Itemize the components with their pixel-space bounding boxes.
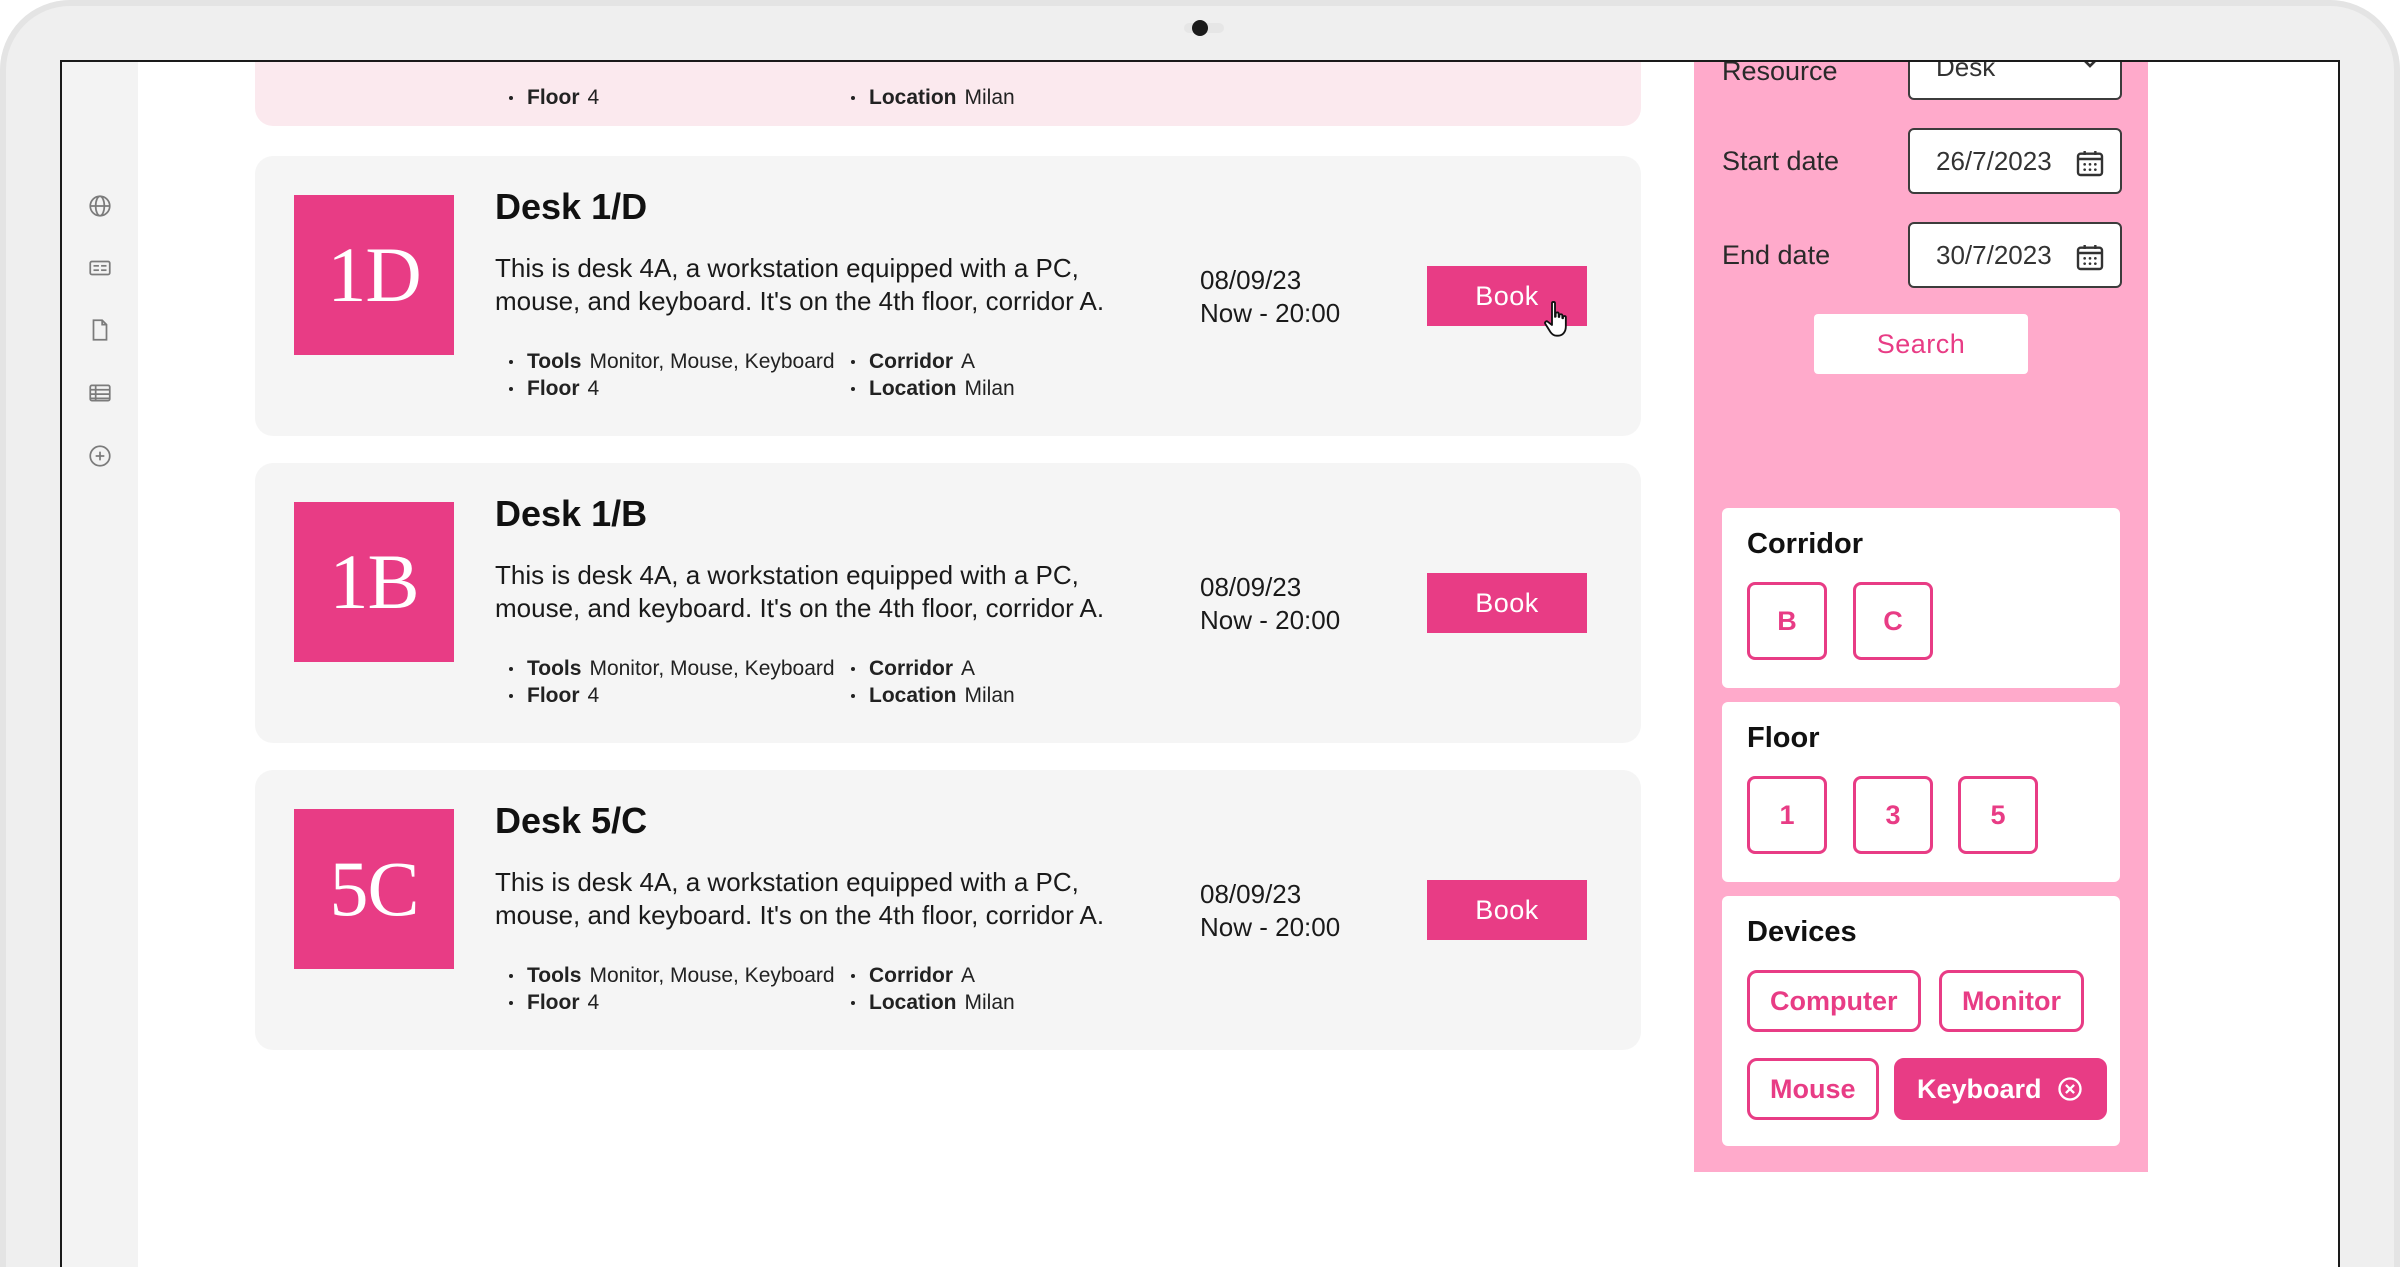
corridor-option-c[interactable]: C: [1853, 582, 1933, 660]
table-icon[interactable]: [86, 379, 114, 407]
book-button[interactable]: Book: [1427, 573, 1587, 633]
corridor-meta: Corridor A: [851, 657, 975, 681]
desk-tile: 5C: [294, 809, 454, 969]
location-meta: Location Milan: [851, 684, 1015, 708]
location-meta: Location Milan: [851, 377, 1015, 401]
book-button[interactable]: Book: [1427, 880, 1587, 940]
search-button[interactable]: Search: [1814, 314, 2028, 374]
app-screen: Floor 4 Location Milan 1D Desk 1/D This is…: [60, 60, 2340, 1267]
laptop-frame: Floor 4 Location Milan 1D Desk 1/D This is…: [0, 0, 2400, 1267]
corridor-meta: Corridor A: [851, 964, 975, 988]
desk-card: 5C Desk 5/C This is desk 4A, a workstati…: [255, 770, 1641, 1050]
remove-circle-icon[interactable]: [2056, 1075, 2084, 1103]
corridor-option-b[interactable]: B: [1747, 582, 1827, 660]
desk-title: Desk 1/D: [495, 186, 648, 227]
floor-meta: Floor 4: [509, 991, 599, 1015]
desk-description: This is desk 4A, a workstation equipped …: [495, 253, 1105, 316]
calendar-icon[interactable]: [2074, 241, 2106, 273]
date-text: 08/09/23: [1200, 265, 1302, 295]
device-option-keyboard-selected[interactable]: Keyboard: [1894, 1058, 2107, 1120]
device-option-keyboard-label: Keyboard: [1917, 1073, 2042, 1104]
globe-icon[interactable]: [86, 192, 114, 220]
filter-panel: Resource Desk Start date 26/7/2023 End d…: [1694, 62, 2148, 1172]
floor-option-1[interactable]: 1: [1747, 776, 1827, 854]
time-text: Now - 20:00: [1200, 912, 1341, 942]
floor-option-5[interactable]: 5: [1958, 776, 2038, 854]
desk-description: This is desk 4A, a workstation equipped …: [495, 560, 1105, 623]
desk-title: Desk 5/C: [495, 800, 648, 841]
corridor-meta: Corridor A: [851, 350, 975, 374]
tools-meta: Tools Monitor, Mouse, Keyboard: [509, 350, 835, 374]
desk-card: 1B Desk 1/B This is desk 4A, a workstati…: [255, 463, 1641, 743]
id-card-icon[interactable]: [86, 254, 114, 282]
resource-select[interactable]: Desk: [1908, 60, 2122, 100]
date-text: 08/09/23: [1200, 879, 1302, 909]
desk-card: 1D Desk 1/D This is desk 4A, a workstati…: [255, 156, 1641, 436]
document-icon[interactable]: [86, 316, 114, 344]
resource-value: Desk: [1936, 60, 1996, 82]
floor-meta: Floor 4: [509, 377, 599, 401]
date-text: 08/09/23: [1200, 572, 1302, 602]
booking-date: 08/09/23 Now - 20:00: [1200, 264, 1340, 330]
booking-date: 08/09/23 Now - 20:00: [1200, 571, 1340, 637]
desk-title: Desk 1/B: [495, 493, 648, 534]
time-text: Now - 20:00: [1200, 298, 1341, 328]
location-meta: Location Milan: [851, 86, 1015, 110]
floor-filter-group: Floor 1 3 5: [1722, 702, 2120, 882]
floor-meta: Floor 4: [509, 684, 599, 708]
side-rail: [62, 62, 138, 1267]
tools-meta: Tools Monitor, Mouse, Keyboard: [509, 657, 835, 681]
corridor-filter-group: Corridor B C: [1722, 508, 2120, 688]
end-date-field[interactable]: 30/7/2023: [1908, 222, 2122, 288]
start-date-field[interactable]: 26/7/2023: [1908, 128, 2122, 194]
floor-option-3[interactable]: 3: [1853, 776, 1933, 854]
desk-card-partial: Floor 4 Location Milan: [255, 62, 1641, 126]
add-circle-icon[interactable]: [86, 442, 114, 470]
desk-tile: 1D: [294, 195, 454, 355]
location-meta: Location Milan: [851, 991, 1015, 1015]
start-date-label: Start date: [1722, 146, 1840, 176]
end-date-value: 30/7/2023: [1936, 239, 2052, 270]
floor-filter-title: Floor: [1747, 722, 1820, 754]
resource-label: Resource: [1722, 60, 1838, 86]
hand-pointer-icon: [1544, 301, 1567, 337]
device-option-monitor[interactable]: Monitor: [1939, 970, 2084, 1032]
tools-meta: Tools Monitor, Mouse, Keyboard: [509, 964, 835, 988]
floor-meta: Floor 4: [509, 86, 599, 110]
camera-icon: [1192, 20, 1208, 36]
start-date-value: 26/7/2023: [1936, 145, 2052, 176]
calendar-icon[interactable]: [2074, 147, 2106, 179]
device-option-computer[interactable]: Computer: [1747, 970, 1921, 1032]
desk-tile: 1B: [294, 502, 454, 662]
end-date-label: End date: [1722, 240, 1831, 270]
devices-filter-title: Devices: [1747, 916, 1857, 948]
device-option-mouse[interactable]: Mouse: [1747, 1058, 1879, 1120]
booking-date: 08/09/23 Now - 20:00: [1200, 878, 1340, 944]
corridor-filter-title: Corridor: [1747, 528, 1863, 560]
time-text: Now - 20:00: [1200, 605, 1341, 635]
devices-filter-group: Devices Computer Monitor Mouse Keyboard: [1722, 896, 2120, 1146]
chevron-down-icon: [2084, 62, 2096, 68]
desk-description: This is desk 4A, a workstation equipped …: [495, 867, 1105, 930]
